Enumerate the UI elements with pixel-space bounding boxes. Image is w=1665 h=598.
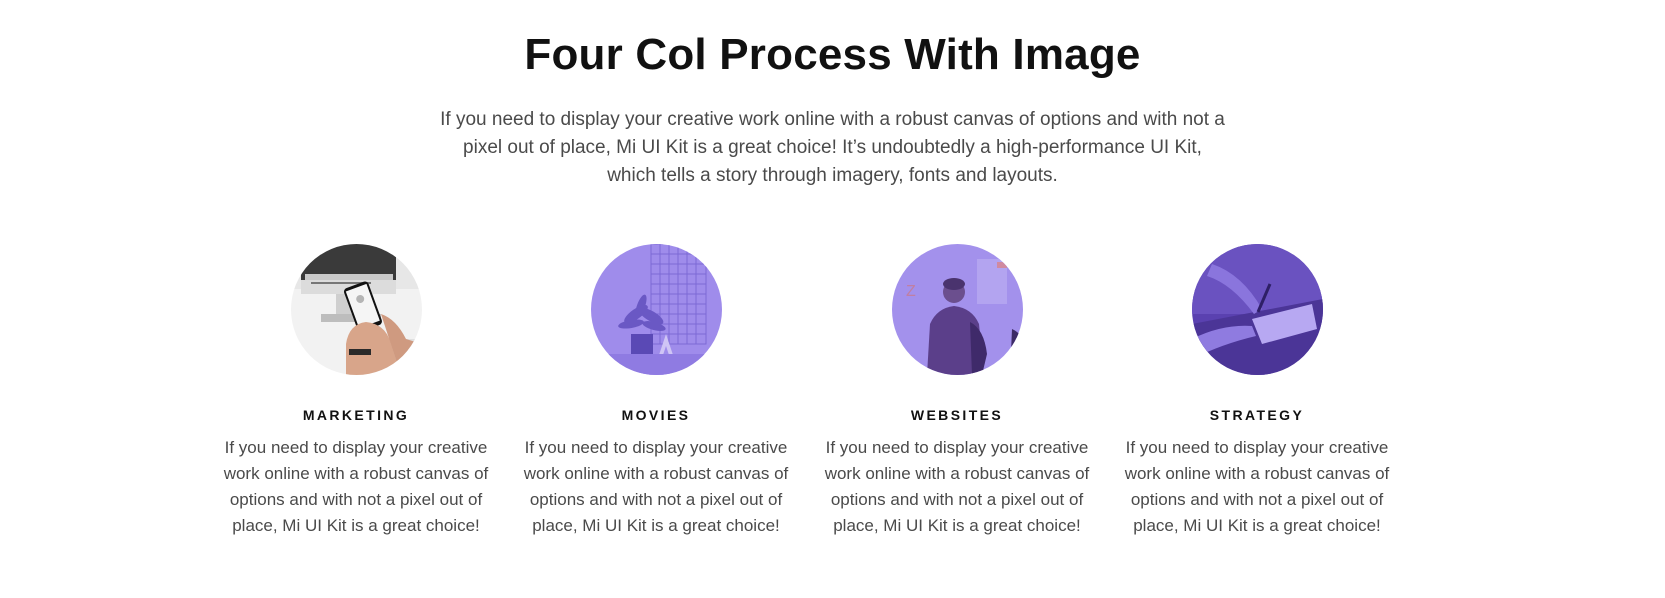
process-item-marketing: MARKETING If you need to display your cr… <box>221 244 491 539</box>
websites-text: If you need to display your creative wor… <box>824 438 1090 535</box>
strategy-title: STRATEGY <box>1209 407 1305 423</box>
process-item-websites: Z WEBSITES If you need to display your c… <box>822 244 1092 539</box>
marketing-title: MARKETING <box>302 407 410 423</box>
process-item-movies: MOVIES If you need to display your creat… <box>521 244 791 539</box>
strategy-image <box>1191 244 1323 375</box>
process-item-strategy: STRATEGY If you need to display your cre… <box>1122 244 1392 539</box>
section-lead: If you need to display your creative wor… <box>440 109 1225 186</box>
marketing-text: If you need to display your creative wor… <box>223 438 489 535</box>
movies-title: MOVIES <box>621 407 691 423</box>
person-image-icon: Z <box>891 244 1023 375</box>
websites-image: Z <box>891 244 1023 375</box>
plant-image-icon <box>590 244 722 375</box>
svg-text:Z: Z <box>906 283 916 300</box>
strategy-text: If you need to display your creative wor… <box>1124 438 1390 535</box>
movies-image <box>590 244 722 375</box>
section-title: Four Col Process With Image <box>524 30 1141 79</box>
process-section: Four Col Process With Image If you need … <box>0 0 1665 598</box>
writing-image-icon <box>1191 244 1323 375</box>
phone-image-icon <box>290 244 422 375</box>
marketing-image <box>290 244 422 375</box>
websites-title: WEBSITES <box>910 407 1004 423</box>
movies-text: If you need to display your creative wor… <box>523 438 789 535</box>
